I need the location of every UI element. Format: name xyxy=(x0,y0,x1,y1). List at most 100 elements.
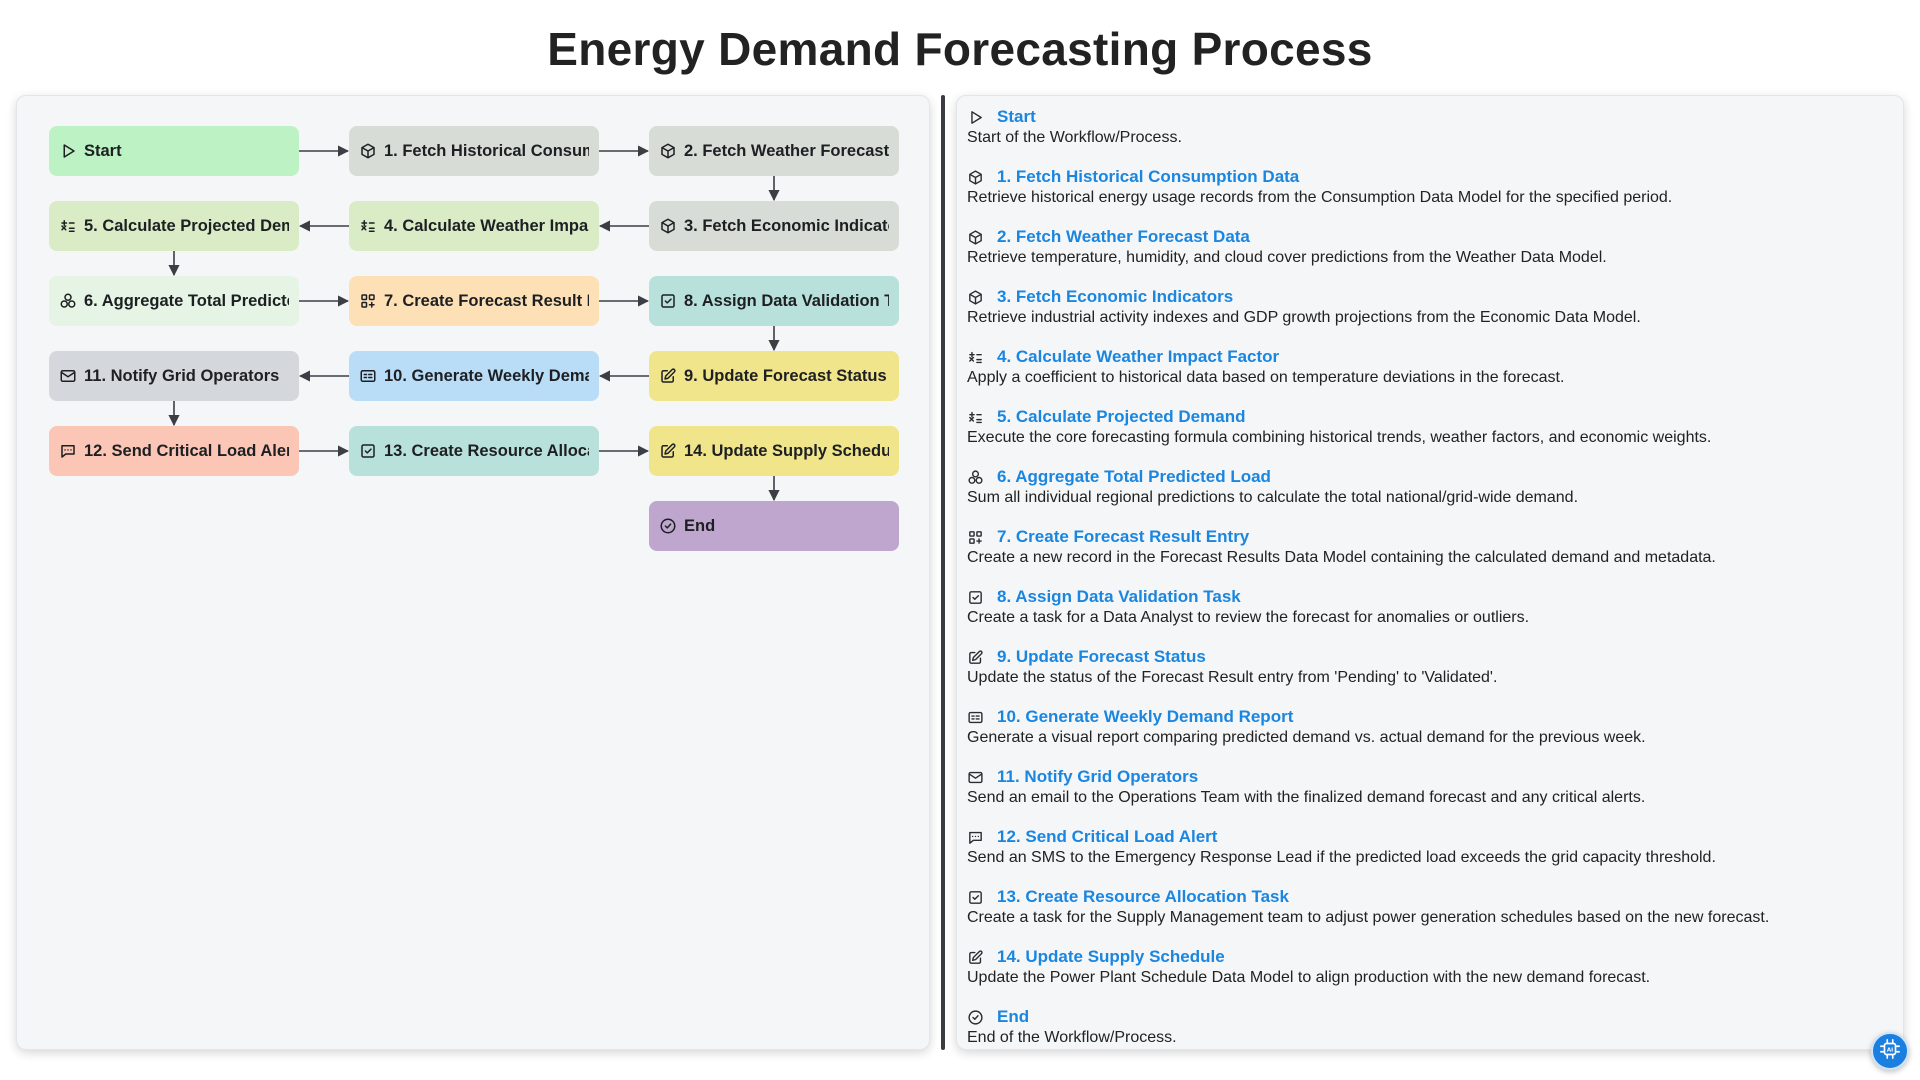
step-link[interactable]: 9. Update Forecast Status xyxy=(997,647,1206,667)
diagram-node-create-forecast-result-e[interactable]: 7. Create Forecast Result E xyxy=(349,276,599,326)
diagram-node-send-critical-load-alert[interactable]: 12. Send Critical Load Alert xyxy=(49,426,299,476)
diagram-node-label: 1. Fetch Historical Consum xyxy=(384,141,589,160)
grid-plus-icon xyxy=(967,529,984,546)
step-link[interactable]: 4. Calculate Weather Impact Factor xyxy=(997,347,1279,367)
step-link[interactable]: 11. Notify Grid Operators xyxy=(997,767,1198,787)
diagram-node-label: 3. Fetch Economic Indicato xyxy=(684,216,889,235)
step-item-notify-grid-operators: 11. Notify Grid Operators Send an email t… xyxy=(967,766,1893,826)
diagram-node-label: 5. Calculate Projected Dem xyxy=(84,216,289,235)
step-item-update-forecast-status: 9. Update Forecast Status Update the stat… xyxy=(967,646,1893,706)
step-link[interactable]: 6. Aggregate Total Predicted Load xyxy=(997,467,1271,487)
edit-icon xyxy=(967,649,984,666)
diagram-node-label: 9. Update Forecast Status xyxy=(684,366,887,385)
report-icon xyxy=(967,709,984,726)
diagram-node-label: End xyxy=(684,516,716,535)
step-link[interactable]: 2. Fetch Weather Forecast Data xyxy=(997,227,1250,247)
step-item-start: Start Start of the Workflow/Process. xyxy=(967,106,1893,166)
step-item-fetch-weather-forecast-data: 2. Fetch Weather Forecast Data Retrieve t… xyxy=(967,226,1893,286)
step-link[interactable]: 5. Calculate Projected Demand xyxy=(997,407,1245,427)
step-item-fetch-historical-consumption-data: 1. Fetch Historical Consumption Data Retr… xyxy=(967,166,1893,226)
step-link[interactable]: 1. Fetch Historical Consumption Data xyxy=(997,167,1299,187)
step-item-aggregate-total-predicted-load: 6. Aggregate Total Predicted Load Sum all… xyxy=(967,466,1893,526)
step-description: Update the status of the Forecast Result… xyxy=(967,669,1498,686)
step-description: Execute the core forecasting formula com… xyxy=(967,429,1712,446)
step-description: Retrieve historical energy usage records… xyxy=(967,189,1673,206)
diagram-node-label: 14. Update Supply Schedul xyxy=(684,441,889,460)
step-description: Start of the Workflow/Process. xyxy=(967,129,1182,146)
chip-icon: AI xyxy=(1879,1038,1901,1065)
assistant-button[interactable]: AI xyxy=(1871,1032,1909,1070)
step-link[interactable]: 12. Send Critical Load Alert xyxy=(997,827,1217,847)
diagram-node-aggregate-total-predicte[interactable]: 6. Aggregate Total Predicte xyxy=(49,276,299,326)
steps-panel: Start Start of the Workflow/Process. 1. Fe… xyxy=(956,95,1904,1050)
step-description: Send an email to the Operations Team wit… xyxy=(967,789,1646,806)
diagram-node-update-forecast-status[interactable]: 9. Update Forecast Status xyxy=(649,351,899,401)
diagram-node-fetch-economic-indicato[interactable]: 3. Fetch Economic Indicato xyxy=(649,201,899,251)
message-icon xyxy=(967,829,984,846)
checkbox-icon xyxy=(659,292,677,310)
play-icon xyxy=(59,142,77,160)
diagram-node-label: 6. Aggregate Total Predicte xyxy=(84,291,289,310)
diagram-node-update-supply-schedul[interactable]: 14. Update Supply Schedul xyxy=(649,426,899,476)
diagram-node-generate-weekly-demar[interactable]: 10. Generate Weekly Demar xyxy=(349,351,599,401)
step-link[interactable]: 14. Update Supply Schedule xyxy=(997,947,1225,967)
calculator-icon xyxy=(359,217,377,235)
step-item-create-forecast-result-entry: 7. Create Forecast Result Entry Create a … xyxy=(967,526,1893,586)
diagram-node-calculate-weather-impac[interactable]: 4. Calculate Weather Impac xyxy=(349,201,599,251)
calculator-icon xyxy=(967,349,984,366)
step-description: Generate a visual report comparing predi… xyxy=(967,729,1646,746)
checkbox-icon xyxy=(359,442,377,460)
diagram-node-fetch-weather-forecast-i[interactable]: 2. Fetch Weather Forecast I xyxy=(649,126,899,176)
report-icon xyxy=(359,367,377,385)
step-description: Retrieve industrial activity indexes and… xyxy=(967,309,1641,326)
diagram-node-assign-data-validation-ta[interactable]: 8. Assign Data Validation Ta xyxy=(649,276,899,326)
cube-icon xyxy=(359,142,377,160)
step-item-fetch-economic-indicators: 3. Fetch Economic Indicators Retrieve ind… xyxy=(967,286,1893,346)
diagram-node-start[interactable]: Start xyxy=(49,126,299,176)
step-description: Create a task for the Supply Management … xyxy=(967,909,1770,926)
edit-icon xyxy=(659,442,677,460)
cube-icon xyxy=(967,229,984,246)
diagram-node-notify-grid-operators[interactable]: 11. Notify Grid Operators xyxy=(49,351,299,401)
diagram-node-create-resource-alloca[interactable]: 13. Create Resource Alloca xyxy=(349,426,599,476)
step-description: Update the Power Plant Schedule Data Mod… xyxy=(967,969,1651,986)
step-description: Sum all individual regional predictions … xyxy=(967,489,1579,506)
page-title: Energy Demand Forecasting Process xyxy=(547,23,1373,75)
calculator-icon xyxy=(59,217,77,235)
step-description: Send an SMS to the Emergency Response Le… xyxy=(967,849,1716,866)
step-link[interactable]: 7. Create Forecast Result Entry xyxy=(997,527,1249,547)
step-description: Apply a coefficient to historical data b… xyxy=(967,369,1565,386)
step-link[interactable]: 8. Assign Data Validation Task xyxy=(997,587,1241,607)
step-item-calculate-weather-impact-factor: 4. Calculate Weather Impact Factor Apply … xyxy=(967,346,1893,406)
step-link[interactable]: 13. Create Resource Allocation Task xyxy=(997,887,1289,907)
check-circle-icon xyxy=(659,517,677,535)
step-description: Retrieve temperature, humidity, and clou… xyxy=(967,249,1607,266)
diagram-node-label: 12. Send Critical Load Alert xyxy=(84,441,289,460)
step-item-calculate-projected-demand: 5. Calculate Projected Demand Execute the… xyxy=(967,406,1893,466)
diagram-node-label: 2. Fetch Weather Forecast I xyxy=(684,141,889,160)
step-link[interactable]: Start xyxy=(997,107,1036,127)
step-item-assign-data-validation-task: 8. Assign Data Validation Task Create a t… xyxy=(967,586,1893,646)
step-item-send-critical-load-alert: 12. Send Critical Load Alert Send an SMS … xyxy=(967,826,1893,886)
checkbox-icon xyxy=(967,589,984,606)
diagram-node-fetch-historical-consum[interactable]: 1. Fetch Historical Consum xyxy=(349,126,599,176)
cube-icon xyxy=(659,217,677,235)
diagram-node-label: 11. Notify Grid Operators xyxy=(84,366,280,385)
panel-divider[interactable] xyxy=(941,95,945,1050)
aggregate-icon xyxy=(59,292,77,310)
aggregate-icon xyxy=(967,469,984,486)
play-icon xyxy=(967,109,984,126)
cube-icon xyxy=(967,169,984,186)
cube-icon xyxy=(659,142,677,160)
step-link[interactable]: 10. Generate Weekly Demand Report xyxy=(997,707,1293,727)
diagram-node-label: 7. Create Forecast Result E xyxy=(384,291,589,310)
step-link[interactable]: End xyxy=(997,1007,1029,1027)
diagram-node-label: Start xyxy=(84,141,122,160)
diagram-node-end[interactable]: End xyxy=(649,501,899,551)
diagram-node-label: 4. Calculate Weather Impac xyxy=(384,216,589,235)
edit-icon xyxy=(967,949,984,966)
diagram-node-calculate-projected-dem[interactable]: 5. Calculate Projected Dem xyxy=(49,201,299,251)
grid-plus-icon xyxy=(359,292,377,310)
calculator-icon xyxy=(967,409,984,426)
step-link[interactable]: 3. Fetch Economic Indicators xyxy=(997,287,1233,307)
